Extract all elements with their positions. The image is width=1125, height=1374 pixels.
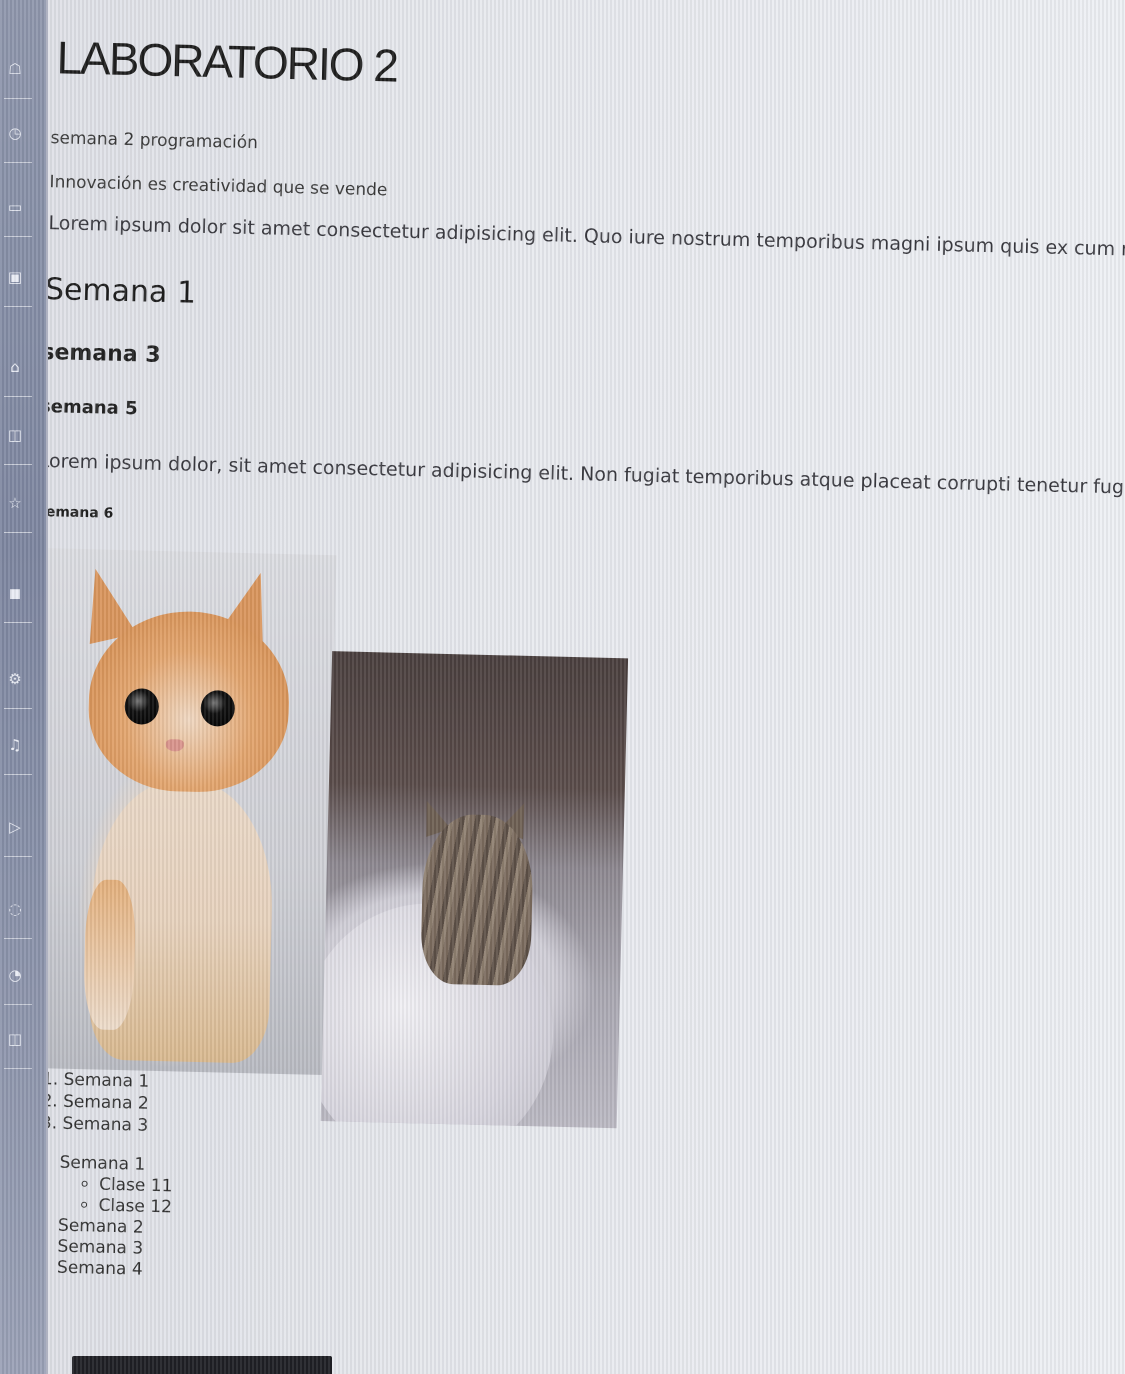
list-item: Semana 1 xyxy=(63,1069,149,1093)
list-item: Semana 2 xyxy=(58,1216,172,1240)
browser-sidebar: ☖ ◷ ▭ ▣ ⌂ ◫ ☆ ◼ ⚙ ♫ ▷ ◌ ◔ ◫ xyxy=(0,0,48,1374)
sidebar-separator xyxy=(4,532,32,533)
subtitle-text: semana 2 programación xyxy=(50,128,259,154)
app-icon[interactable]: ◼ xyxy=(4,582,26,604)
list-item: Semana 3 xyxy=(62,1113,148,1137)
timer-icon[interactable]: ◔ xyxy=(4,964,26,986)
quote-text: Innovación es creatividad que se vende xyxy=(49,172,388,201)
page-content: LABORATORIO 2 semana 2 programación Inno… xyxy=(48,0,1125,1374)
sidebar-separator xyxy=(4,1068,32,1069)
list-item: Semana 4 xyxy=(57,1258,171,1282)
music-icon[interactable]: ♫ xyxy=(4,734,26,756)
list-item: Clase 12 xyxy=(98,1196,172,1219)
sidebar-separator xyxy=(4,856,32,857)
sidebar-separator xyxy=(4,306,32,307)
sidebar-separator xyxy=(4,162,32,163)
web-page: LABORATORIO 2 semana 2 programación Inno… xyxy=(48,0,1125,1374)
sidebar-separator xyxy=(4,98,32,99)
message-icon[interactable]: ◌ xyxy=(4,898,26,920)
unordered-list: Semana 1 Clase 11 Clase 12 Semana 2 Sema… xyxy=(48,1152,173,1282)
list-item: Semana 3 xyxy=(57,1237,171,1261)
sidebar-separator xyxy=(4,236,32,237)
sidebar-separator xyxy=(4,1004,32,1005)
orange-kitten-image xyxy=(48,547,337,1076)
heading-semana-3: semana 3 xyxy=(48,339,161,368)
play-icon[interactable]: ▷ xyxy=(4,816,26,838)
lorem-paragraph-1: Lorem ipsum dolor sit amet consectetur a… xyxy=(48,212,1125,262)
home-icon[interactable]: ⌂ xyxy=(4,356,26,378)
list-item: Clase 11 xyxy=(99,1175,173,1198)
list-item-label: Semana 1 xyxy=(59,1152,146,1175)
list-item: Semana 1 Clase 11 Clase 12 xyxy=(58,1153,173,1219)
heading-semana-1: Semana 1 xyxy=(48,272,197,311)
clock-icon[interactable]: ◷ xyxy=(4,122,26,144)
settings-icon[interactable]: ⚙ xyxy=(4,668,26,690)
grid-icon[interactable]: ▣ xyxy=(4,266,26,288)
sidebar-separator xyxy=(4,774,32,775)
sidebar-separator xyxy=(4,396,32,397)
page-title: LABORATORIO 2 xyxy=(55,31,398,92)
heading-semana-6: semana 6 xyxy=(48,503,114,522)
heading-semana-5: semana 5 xyxy=(48,395,138,420)
bookmark-icon[interactable]: ◫ xyxy=(4,1028,26,1050)
sidebar-separator xyxy=(4,464,32,465)
clipboard-icon[interactable]: ▭ xyxy=(4,196,26,218)
taskbar-edge xyxy=(72,1356,332,1374)
sidebar-separator xyxy=(4,938,32,939)
sidebar-separator xyxy=(4,708,32,709)
extensions-icon[interactable]: ☖ xyxy=(4,58,26,80)
nested-list: Clase 11 Clase 12 xyxy=(58,1174,172,1219)
lorem-paragraph-2: Lorem ipsum dolor, sit amet consectetur … xyxy=(48,449,1125,501)
tabby-kitten-image xyxy=(320,651,629,1129)
list-item: Semana 2 xyxy=(63,1091,149,1115)
star-icon[interactable]: ☆ xyxy=(4,492,26,514)
chat-icon[interactable]: ◫ xyxy=(4,424,26,446)
ordered-list: Semana 1 Semana 2 Semana 3 xyxy=(48,1068,150,1137)
sidebar-separator xyxy=(4,622,32,623)
